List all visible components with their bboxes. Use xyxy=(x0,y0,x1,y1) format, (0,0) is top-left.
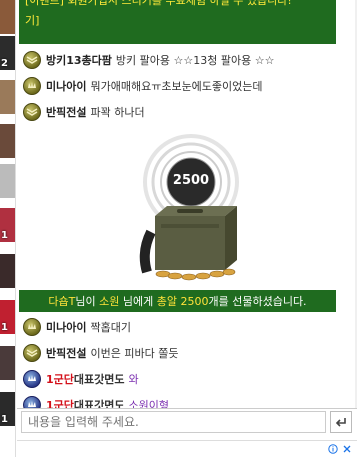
info-icon[interactable] xyxy=(327,443,339,455)
chat-nickname[interactable]: 반픽전설 xyxy=(46,345,86,361)
chat-message: 미나아이 뭐가애매해요ㅠ초보눈에도좋이었는데 xyxy=(23,76,263,96)
chat-input-bar xyxy=(17,408,357,436)
chat-input[interactable] xyxy=(21,411,326,433)
strip-badge: 1 xyxy=(1,414,8,425)
notice-line-1: [이벤트] 회원가입시 스티커를 무료체험 하실 수 있습니다! xyxy=(25,0,292,7)
left-avatar-strip: 2 1 1 1 xyxy=(0,0,16,457)
chat-message: 반픽전설 파꽉 하나더 xyxy=(23,102,145,122)
chat-nickname[interactable]: 1군단대표갓면도 xyxy=(46,371,125,387)
notice-line-2: 기] xyxy=(25,14,40,27)
strip-badge: 1 xyxy=(1,322,8,333)
chat-text: 짝홉대기 xyxy=(90,321,131,334)
chat-text: 와 xyxy=(128,373,139,386)
send-button[interactable] xyxy=(330,411,352,433)
strip-thumb[interactable] xyxy=(0,0,15,34)
strip-thumb[interactable] xyxy=(0,346,15,380)
chat-text: 파꽉 하나더 xyxy=(90,106,145,119)
strip-thumb[interactable]: 1 xyxy=(0,300,15,334)
ad-controls xyxy=(327,443,353,455)
gift-banner: 다숍T 님이 소원 님에게 총알 2500 개를 선물하셨습니다. xyxy=(19,290,336,312)
gift-text-1: 님이 xyxy=(75,295,100,308)
chat-message: 반픽전설 이번은 피바다 쫄듯 xyxy=(23,343,178,363)
chat-panel: [이벤트] 회원가입시 스티커를 무료체험 하실 수 있습니다! 기] 방키13… xyxy=(17,0,357,410)
chat-nickname[interactable]: 미나아이 xyxy=(46,319,86,335)
chat-text: 이번은 피바다 쫄듯 xyxy=(90,347,179,360)
chat-message: 1군단대표갓면도 와 xyxy=(23,369,139,389)
chat-text: 뭐가애매해요ㅠ초보눈에도좋이었는데 xyxy=(90,80,263,93)
enter-arrow-icon xyxy=(335,418,346,427)
strip-thumb[interactable]: 1 xyxy=(0,392,15,426)
nickname-main: 대표갓면도 xyxy=(73,373,125,386)
strip-thumb[interactable] xyxy=(0,124,15,158)
gift-count: 2500 xyxy=(172,173,210,188)
rank-badge-icon xyxy=(23,51,41,69)
chat-text: 방키 팔아용 ☆☆13청 팔아용 ☆☆ xyxy=(115,54,275,67)
gift-item: 총알 2500 xyxy=(156,295,209,308)
gift-sender[interactable]: 다숍T xyxy=(48,293,75,309)
strip-badge: 2 xyxy=(1,58,8,69)
chat-nickname[interactable]: 반픽전설 xyxy=(46,104,86,120)
strip-thumb[interactable]: 2 xyxy=(0,36,15,70)
rank-badge-icon xyxy=(23,103,41,121)
strip-thumb[interactable] xyxy=(0,164,15,198)
chat-message: 미나아이 짝홉대기 xyxy=(23,317,131,337)
close-icon[interactable] xyxy=(341,443,353,455)
gift-receiver[interactable]: 소원 xyxy=(99,293,119,309)
strip-badge: 1 xyxy=(1,230,8,241)
rank-badge-icon xyxy=(23,77,41,95)
chat-nickname[interactable]: 방키13총다팜 xyxy=(46,52,112,68)
rank-badge-icon xyxy=(23,344,41,362)
rank-badge-icon xyxy=(23,370,41,388)
strip-thumb[interactable]: 1 xyxy=(0,208,15,242)
chat-nickname[interactable]: 미나아이 xyxy=(46,78,86,94)
rank-badge-icon xyxy=(23,318,41,336)
clan-tag: 1군단 xyxy=(46,373,74,386)
gift-text-2: 님에게 xyxy=(119,295,157,308)
ad-bar[interactable] xyxy=(17,440,357,457)
chat-message: 방키13총다팜 방키 팔아용 ☆☆13청 팔아용 ☆☆ xyxy=(23,50,274,70)
gift-ammo-box-image: 2500 xyxy=(117,132,277,292)
notice-banner[interactable]: [이벤트] 회원가입시 스티커를 무료체험 하실 수 있습니다! 기] xyxy=(19,0,336,44)
strip-thumb[interactable] xyxy=(0,80,15,114)
gift-text-3: 개를 선물하셨습니다. xyxy=(208,295,307,308)
strip-thumb[interactable] xyxy=(0,254,15,288)
